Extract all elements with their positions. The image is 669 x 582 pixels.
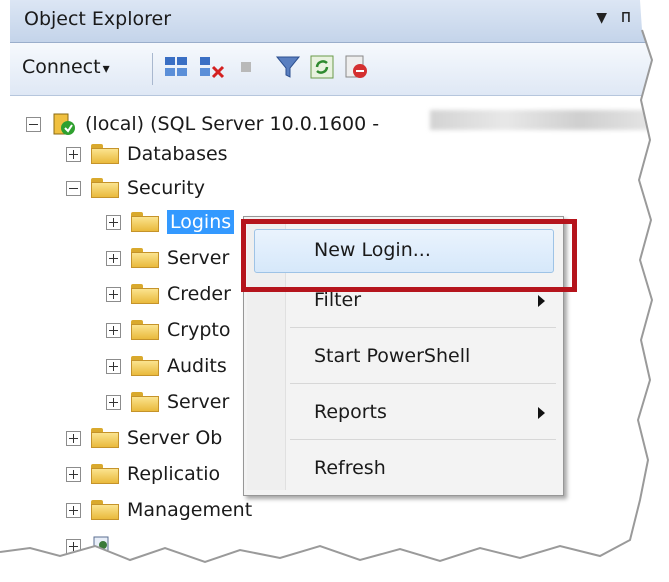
torn-edge-frame bbox=[0, 0, 669, 582]
